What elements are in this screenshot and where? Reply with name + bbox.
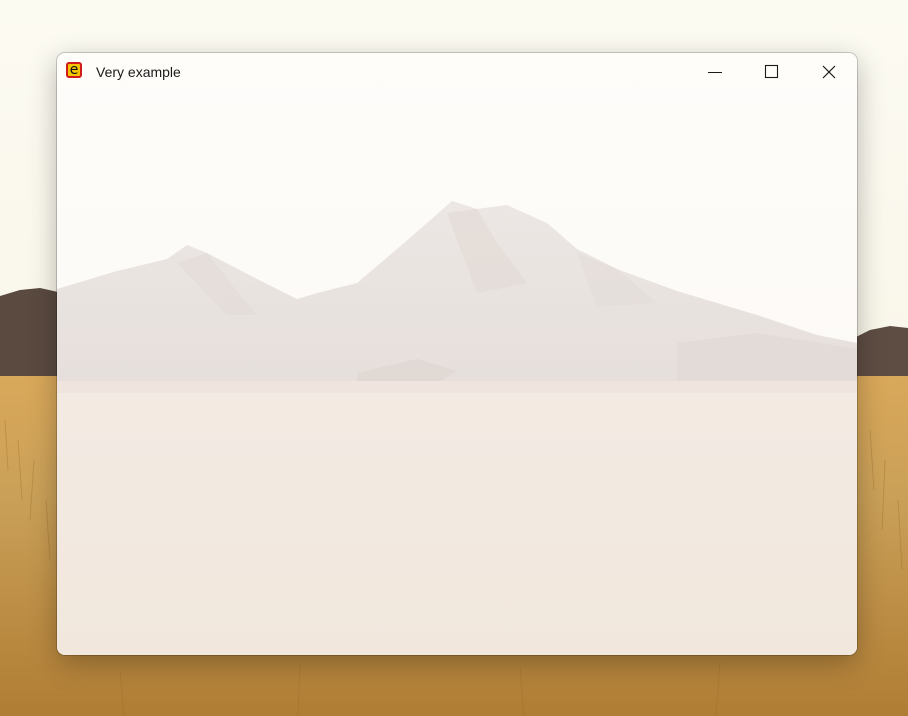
app-icon: e [66,62,82,78]
window-mica-backdrop [57,53,857,655]
maximize-icon [764,64,779,79]
close-icon [822,65,836,79]
window-title: Very example [96,64,181,80]
minimize-icon [708,71,722,74]
minimize-button[interactable] [692,53,738,91]
app-window: e Very example [57,53,857,655]
maximize-button[interactable] [748,53,794,91]
app-icon-glyph: e [69,62,79,78]
close-button[interactable] [806,53,852,91]
title-bar[interactable]: e Very example [57,53,857,91]
